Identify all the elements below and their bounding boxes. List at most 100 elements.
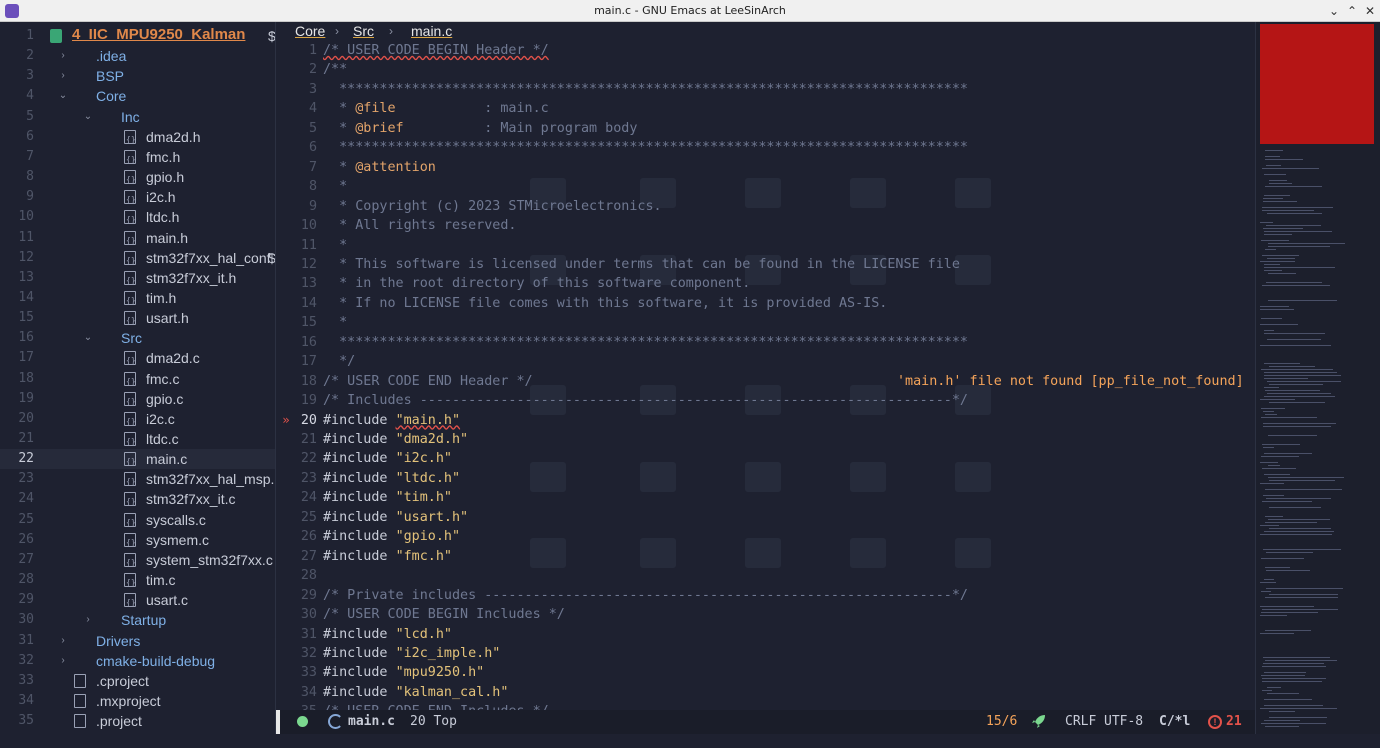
code-line[interactable]: 3 **************************************… [277, 80, 1255, 99]
tree-file-row[interactable]: 22 main.c [0, 449, 275, 472]
tree-folder-row[interactable]: 2 › .idea [0, 46, 275, 66]
minimize-button[interactable]: ⌄ [1325, 2, 1343, 20]
minimap[interactable] [1255, 22, 1380, 734]
code-line[interactable]: 9 * Copyright (c) 2023 STMicroelectronic… [277, 197, 1255, 216]
code-line[interactable]: 25 #include "usart.h" [277, 508, 1255, 527]
code-line[interactable]: 19 /* Includes --------------------------… [277, 391, 1255, 410]
encoding-indicator[interactable]: UTF-8 [1104, 710, 1143, 734]
tree-file-row[interactable]: 26 sysmem.c [0, 530, 275, 553]
chevron-right-icon[interactable]: › [58, 46, 68, 66]
code-file-icon [124, 452, 136, 472]
tree-item-label: gpio.h [146, 169, 185, 186]
code-line[interactable]: 2 /** [277, 60, 1255, 79]
tree-file-row[interactable]: 7 fmc.h [0, 147, 275, 170]
major-mode[interactable]: C/*l [1159, 710, 1190, 734]
code-line[interactable]: 13 * in the root directory of this softw… [277, 274, 1255, 293]
eol-indicator[interactable]: CRLF [1065, 710, 1096, 734]
code-line[interactable]: 7 * @attention [277, 158, 1255, 177]
code-line[interactable]: 29 /* Private includes ------------------… [277, 586, 1255, 605]
tree-file-row[interactable]: 35 .project [0, 711, 275, 731]
code-line[interactable]: 22 #include "i2c.h" [277, 449, 1255, 468]
code-line[interactable]: 23 #include "ltdc.h" [277, 469, 1255, 488]
breadcrumb-item-core[interactable]: Core [295, 22, 325, 40]
code-line[interactable]: 32 #include "i2c_imple.h" [277, 644, 1255, 663]
code-line[interactable]: 34 #include "kalman_cal.h" [277, 683, 1255, 702]
code-line[interactable]: 31 #include "lcd.h" [277, 625, 1255, 644]
tree-file-row[interactable]: 27 system_stm32f7xx.c [0, 550, 275, 573]
tree-file-row[interactable]: 11 main.h [0, 228, 275, 251]
minimap-line [1262, 501, 1312, 502]
tree-folder-row[interactable]: 4 ⌄ Core [0, 86, 275, 106]
chevron-down-icon[interactable]: ⌄ [83, 107, 93, 127]
breadcrumb-item-src[interactable]: Src [353, 22, 374, 40]
code-line[interactable]: 21 #include "dma2d.h" [277, 430, 1255, 449]
code-editor[interactable]: Core › Src › main.c 1 /* USER CODE BEGIN … [277, 22, 1255, 710]
code-line[interactable]: 6 **************************************… [277, 138, 1255, 157]
chevron-down-icon[interactable]: ⌄ [58, 86, 68, 106]
tree-file-row[interactable]: 14 tim.h [0, 288, 275, 311]
code-line[interactable]: 1 /* USER CODE BEGIN Header */ [277, 41, 1255, 60]
breadcrumb-item-file[interactable]: main.c [411, 22, 452, 40]
chevron-right-icon[interactable]: › [58, 66, 68, 86]
code-line[interactable]: 5 * @brief : Main program body [277, 119, 1255, 138]
chevron-right-icon[interactable]: › [58, 651, 68, 671]
tree-folder-row[interactable]: 1 4_IIC_MPU9250_Kalman $ [0, 26, 275, 46]
code-line[interactable]: 30 /* USER CODE BEGIN Includes */ [277, 605, 1255, 624]
tree-file-row[interactable]: 28 tim.c [0, 570, 275, 593]
tree-file-row[interactable]: 8 gpio.h [0, 167, 275, 190]
code-line[interactable]: 14 * If no LICENSE file comes with this … [277, 294, 1255, 313]
buffer-name[interactable]: main.c [348, 710, 395, 734]
lsp-rocket-icon[interactable] [1031, 713, 1047, 729]
tree-folder-row[interactable]: 32 › cmake-build-debug [0, 651, 275, 671]
error-count[interactable]: 21 [1226, 710, 1242, 734]
code-line[interactable]: 27 #include "fmc.h" [277, 547, 1255, 566]
minimap-viewport[interactable] [1260, 24, 1374, 144]
code-line[interactable]: 35 /* USER CODE END Includes */ [277, 702, 1255, 710]
tree-file-row[interactable]: 21 ltdc.c [0, 429, 275, 452]
maximize-button[interactable]: ⌃ [1343, 2, 1361, 20]
tree-file-row[interactable]: 23 stm32f7xx_hal_msp.c [0, 469, 275, 492]
tree-file-row[interactable]: 17 dma2d.c [0, 348, 275, 371]
tree-file-row[interactable]: 6 dma2d.h [0, 127, 275, 150]
code-line[interactable]: 4 * @file : main.c [277, 99, 1255, 118]
code-line[interactable]: 11 * [277, 236, 1255, 255]
tree-file-row[interactable]: 20 i2c.c [0, 409, 275, 432]
tree-file-row[interactable]: 29 usart.c [0, 590, 275, 613]
code-line[interactable]: 33 #include "mpu9250.h" [277, 663, 1255, 682]
tree-folder-row[interactable]: 3 › BSP [0, 66, 275, 86]
tree-file-row[interactable]: 10 ltdc.h [0, 207, 275, 230]
tree-file-row[interactable]: 12 stm32f7xx_hal_conf.$ [0, 248, 275, 271]
tree-file-row[interactable]: 18 fmc.c [0, 369, 275, 392]
code-line[interactable]: 24 #include "tim.h" [277, 488, 1255, 507]
code-file-icon [124, 250, 136, 271]
code-line[interactable]: 26 #include "gpio.h" [277, 527, 1255, 546]
tree-file-row[interactable]: 19 gpio.c [0, 389, 275, 412]
tree-file-row[interactable]: 34 .mxproject [0, 691, 275, 711]
code-line[interactable]: 15 * [277, 313, 1255, 332]
tree-file-row[interactable]: 25 syscalls.c [0, 510, 275, 533]
code-line[interactable]: 28 [277, 566, 1255, 585]
code-line[interactable]: 16 *************************************… [277, 333, 1255, 352]
close-button[interactable]: ✕ [1361, 2, 1379, 20]
code-line[interactable]: 8 * [277, 177, 1255, 196]
tree-folder-row[interactable]: 16 ⌄ Src [0, 328, 275, 348]
tree-file-row[interactable]: 24 stm32f7xx_it.c [0, 489, 275, 512]
minimap-line [1268, 465, 1280, 466]
chevron-right-icon[interactable]: › [83, 610, 93, 630]
code-line[interactable]: » 20 #include "main.h" [277, 411, 1255, 430]
code-line[interactable]: 10 * All rights reserved. [277, 216, 1255, 235]
tree-item-label: main.c [146, 451, 188, 468]
tree-line-number: 34 [18, 692, 34, 708]
tree-folder-row[interactable]: 31 › Drivers [0, 631, 275, 651]
tree-file-row[interactable]: 15 usart.h [0, 308, 275, 331]
tree-file-row[interactable]: 9 i2c.h [0, 187, 275, 210]
chevron-right-icon[interactable]: › [58, 631, 68, 651]
tree-file-row[interactable]: 13 stm32f7xx_it.h [0, 268, 275, 291]
tree-folder-row[interactable]: 30 › Startup [0, 610, 275, 630]
tree-file-row[interactable]: 33 .cproject [0, 671, 275, 691]
code-line[interactable]: 12 * This software is licensed under ter… [277, 255, 1255, 274]
tree-folder-row[interactable]: 5 ⌄ Inc [0, 107, 275, 127]
chevron-down-icon[interactable]: ⌄ [83, 328, 93, 348]
code-line[interactable]: 17 */ [277, 352, 1255, 371]
code-line[interactable]: 18 /* USER CODE END Header */ 'main.h' fil… [277, 372, 1255, 391]
